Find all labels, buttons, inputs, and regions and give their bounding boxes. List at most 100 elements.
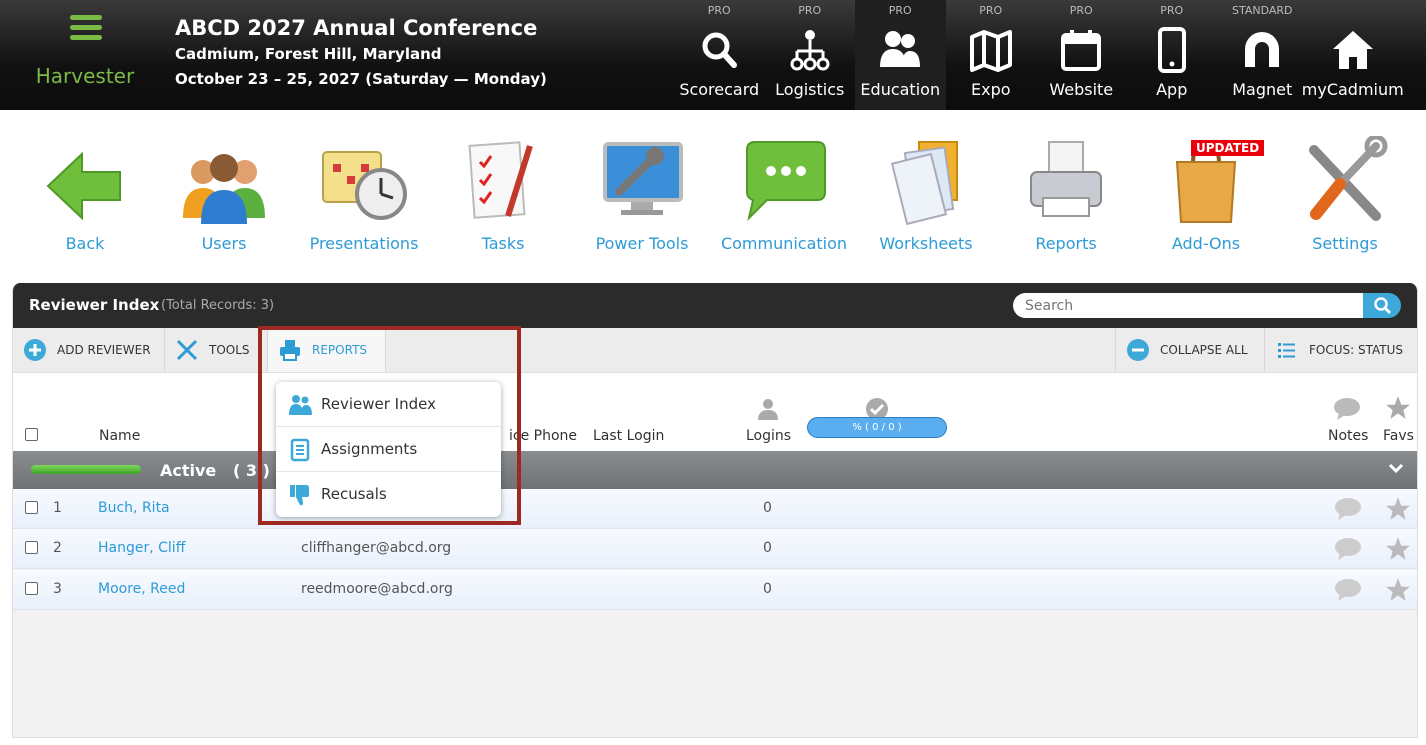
table-row[interactable]: 3 Moore, Reed reedmoore@abcd.org 0 [13, 570, 1417, 610]
hamburger-menu-icon[interactable] [70, 15, 102, 41]
module-communication[interactable]: Communication [714, 130, 854, 260]
back-arrow-icon [46, 151, 121, 221]
module-power-tools[interactable]: Power Tools [572, 130, 712, 260]
tools-icon [176, 339, 198, 361]
topnav-logistics[interactable]: PRO Logistics [765, 0, 856, 110]
thumbs-down-icon [290, 485, 309, 506]
reviewer-email: cliffhanger@abcd.org [301, 540, 452, 556]
module-add-ons[interactable]: UPDATED Add-Ons [1136, 130, 1276, 260]
reviewer-name-link[interactable]: Moore, Reed [98, 581, 185, 597]
toolbar: ADD REVIEWER TOOLS REPORTS COLLAPSE ALL … [13, 328, 1417, 373]
module-label: Settings [1312, 234, 1378, 253]
topnav-label: myCadmium [1301, 80, 1404, 99]
topnav-website[interactable]: PRO Website [1036, 0, 1127, 110]
menu-item-reviewer-index[interactable]: Reviewer Index [276, 382, 501, 427]
chevron-down-icon[interactable] [1388, 463, 1404, 475]
star-icon[interactable] [1385, 536, 1411, 562]
module-tasks[interactable]: Tasks [433, 130, 573, 260]
topnav-mycadmium[interactable]: myCadmium [1302, 0, 1404, 110]
add-reviewer-button[interactable]: ADD REVIEWER [13, 328, 165, 372]
minus-circle-icon [1127, 339, 1149, 361]
reviewer-name-link[interactable]: Hanger, Cliff [98, 540, 185, 556]
brand-name: Harvester [35, 64, 135, 88]
reviewer-email: reedmoore@abcd.org [301, 581, 453, 597]
star-icon [1386, 396, 1410, 419]
module-presentations[interactable]: Presentations [294, 130, 434, 260]
tier-label: PRO [1069, 4, 1093, 17]
star-icon[interactable] [1385, 496, 1411, 522]
panel-title: Reviewer Index [29, 296, 160, 314]
module-label: Power Tools [595, 234, 689, 253]
module-label: Add-Ons [1171, 234, 1241, 253]
table-row[interactable]: 2 Hanger, Cliff cliffhanger@abcd.org 0 [13, 529, 1417, 569]
select-all-checkbox[interactable] [25, 428, 38, 441]
printer-icon [280, 340, 300, 361]
login-count: 0 [763, 500, 772, 516]
reviewer-index-panel: Reviewer Index (Total Records: 3) ADD RE… [12, 283, 1418, 738]
module-label: Reports [1035, 234, 1097, 253]
calendar-clock-icon [322, 151, 407, 220]
column-office-phone[interactable]: ice Phone [509, 428, 577, 444]
home-icon [1332, 31, 1373, 69]
module-back[interactable]: Back [15, 130, 155, 260]
tools-icon [1309, 136, 1388, 221]
topnav-education[interactable]: PRO Education [855, 0, 946, 110]
column-header: Name ice Phone Last Login Logins % ( 0 /… [13, 373, 1417, 451]
reviewers-icon [289, 395, 312, 415]
column-last-login[interactable]: Last Login [593, 428, 664, 444]
topnav-magnet[interactable]: STANDARD Magnet [1217, 0, 1308, 110]
notes-bubble-icon[interactable] [1334, 578, 1362, 602]
search-icon [1374, 297, 1391, 314]
reports-dropdown-menu: Reviewer Index Assignments Recusals [276, 382, 501, 517]
notes-bubble-icon[interactable] [1334, 497, 1362, 521]
module-reports[interactable]: Reports [996, 130, 1136, 260]
document-list-icon [290, 438, 310, 462]
tools-button[interactable]: TOOLS [165, 328, 268, 372]
chat-bubble-icon [746, 141, 826, 222]
table-row[interactable]: 1 Buch, Rita 0 [13, 489, 1417, 529]
column-logins[interactable]: Logins [746, 428, 791, 444]
group-header-active[interactable]: Active ( 3 ) [13, 451, 1417, 489]
search-icon [702, 32, 738, 68]
topnav-scorecard[interactable]: PRO Scorecard [674, 0, 765, 110]
star-icon[interactable] [1385, 577, 1411, 603]
checklist-icon [468, 141, 533, 219]
brand[interactable]: Harvester [0, 0, 170, 110]
reviewer-name-link[interactable]: Buch, Rita [98, 500, 170, 516]
list-icon [1278, 343, 1295, 358]
notes-bubble-icon [1334, 398, 1360, 420]
collapse-all-label: COLLAPSE ALL [1160, 343, 1248, 357]
row-checkbox[interactable] [25, 541, 38, 554]
users-group-icon [183, 154, 265, 224]
topnav-app[interactable]: PRO App [1127, 0, 1218, 110]
conference-info: ABCD 2027 Annual Conference Cadmium, For… [175, 14, 547, 92]
menu-item-assignments[interactable]: Assignments [276, 427, 501, 472]
collapse-all-button[interactable]: COLLAPSE ALL [1115, 328, 1265, 372]
column-favs[interactable]: Favs [1383, 428, 1414, 444]
module-worksheets[interactable]: Worksheets [856, 130, 996, 260]
hierarchy-icon [790, 30, 830, 71]
column-notes[interactable]: Notes [1328, 428, 1368, 444]
row-checkbox[interactable] [25, 501, 38, 514]
phone-icon [1157, 27, 1186, 73]
module-users[interactable]: Users [154, 130, 294, 260]
add-reviewer-label: ADD REVIEWER [57, 343, 151, 357]
row-checkbox[interactable] [25, 582, 38, 595]
conference-location: Cadmium, Forest Hill, Maryland [175, 45, 442, 63]
search-button[interactable] [1363, 293, 1401, 318]
focus-status-button[interactable]: FOCUS: STATUS [1265, 328, 1417, 372]
reports-button[interactable]: REPORTS [268, 328, 386, 372]
column-name[interactable]: Name [99, 428, 140, 444]
reports-label: REPORTS [312, 343, 368, 357]
menu-item-label: Recusals [321, 485, 387, 503]
updated-badge: UPDATED [1191, 140, 1265, 156]
menu-item-recusals[interactable]: Recusals [276, 472, 501, 517]
topnav-expo[interactable]: PRO Expo [946, 0, 1037, 110]
module-label: Users [201, 234, 247, 253]
record-count: (Total Records: 3) [161, 298, 275, 313]
notes-bubble-icon[interactable] [1334, 537, 1362, 561]
search-input[interactable] [1013, 293, 1365, 318]
module-settings[interactable]: Settings [1275, 130, 1415, 260]
module-label: Worksheets [879, 234, 973, 253]
focus-status-label: FOCUS: STATUS [1309, 343, 1404, 357]
